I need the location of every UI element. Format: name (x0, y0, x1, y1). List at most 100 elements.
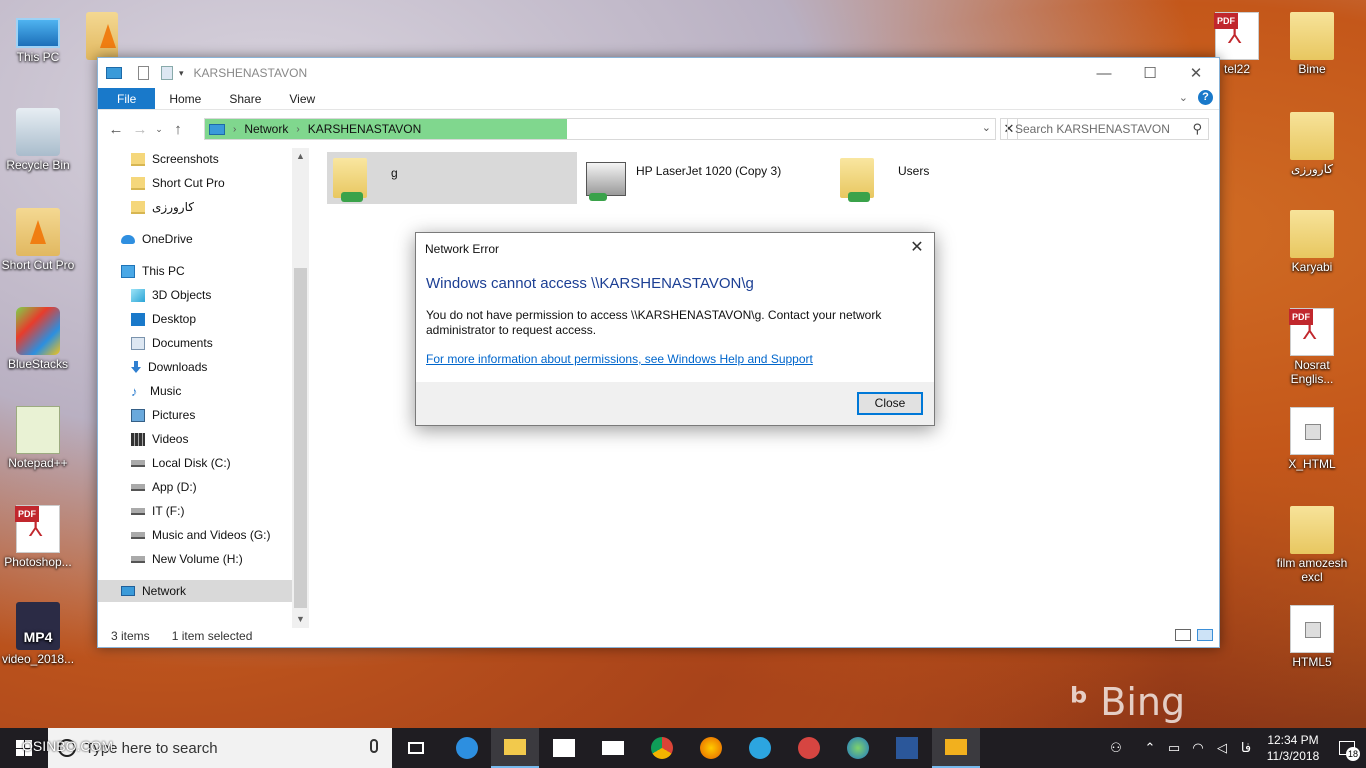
computer-icon[interactable] (106, 67, 122, 79)
clock[interactable]: 12:34 PM 11/3/2018 (1258, 732, 1328, 764)
network-icon (121, 586, 135, 596)
minimize-button[interactable]: — (1081, 58, 1127, 88)
pushbullet-icon[interactable] (785, 728, 833, 768)
scroll-up-icon[interactable]: ▲ (292, 148, 309, 165)
desktop-icon-nosrat[interactable]: Nosrat Englis... (1272, 308, 1352, 386)
tab-view[interactable]: View (275, 88, 329, 109)
chrome-icon[interactable] (638, 728, 686, 768)
status-bar: 3 items 1 item selected (98, 625, 1219, 647)
watermark-text: OSINBO.COM (22, 738, 114, 754)
tab-file[interactable]: File (98, 88, 156, 109)
list-item[interactable]: HP LaserJet 1020 (Copy 3) (580, 152, 830, 204)
sidebar-item-this-pc[interactable]: This PC (121, 260, 316, 282)
maximize-button[interactable]: ☐ (1127, 58, 1173, 88)
recycle-bin-icon (16, 108, 60, 156)
scrollbar-thumb[interactable] (294, 268, 307, 608)
notepad-plus-plus-icon (16, 406, 60, 454)
action-center-icon[interactable]: 18 (1328, 728, 1366, 768)
close-button[interactable]: Close (857, 392, 923, 415)
dialog-title: Network Error (425, 242, 500, 256)
desktop-icon-short-cut-pro[interactable]: Short Cut Pro (0, 208, 78, 272)
shared-folder-icon (333, 158, 367, 202)
tab-home[interactable]: Home (155, 88, 215, 109)
network-app-icon[interactable] (834, 728, 882, 768)
desktop-icon (131, 312, 145, 326)
desktop-icon-film-amozesh[interactable]: film amozesh excl (1272, 506, 1352, 584)
navigation-row: ← → ⌄ ↑ › Network › KARSHENASTAVON ⌄ ✕ S… (98, 110, 1219, 148)
media-player-icon[interactable] (932, 728, 980, 768)
close-icon[interactable]: ✕ (906, 237, 928, 259)
address-dropdown-icon[interactable]: ⌄ (982, 121, 991, 134)
network-error-dialog: Network Error ✕ Windows cannot access \\… (415, 232, 935, 426)
customize-toolbar-icon[interactable]: ▾ (179, 68, 184, 79)
up-arrow-icon[interactable]: ↑ (166, 121, 190, 138)
desktop-icon-bluestacks[interactable]: BlueStacks (0, 307, 78, 371)
volume-icon[interactable]: ◁ (1210, 740, 1234, 756)
show-hidden-icons-icon[interactable]: ⌃ (1138, 740, 1162, 756)
microphone-icon[interactable] (370, 739, 378, 753)
this-pc-icon (16, 18, 60, 48)
word-icon[interactable] (883, 728, 931, 768)
expand-ribbon-icon[interactable]: ⌄ (1179, 91, 1188, 104)
help-icon[interactable]: ? (1198, 90, 1213, 105)
desktop-icon-bime[interactable]: Bime (1272, 12, 1352, 76)
breadcrumb-network[interactable]: Network (244, 122, 288, 136)
desktop-icon-video-mp4[interactable]: MP4 video_2018... (0, 602, 78, 666)
navigation-pane: Screenshots Short Cut Pro کارورزی OneDri… (98, 148, 309, 628)
breadcrumb-chevron-icon[interactable]: › (296, 124, 299, 135)
telegram-icon[interactable] (736, 728, 784, 768)
list-item[interactable]: Users (834, 152, 1084, 204)
disk-icon (131, 459, 145, 467)
taskbar: Type here to search OSINBO.COM ⚇ ⌃ ▭ ◠ ◁… (0, 728, 1366, 768)
help-link[interactable]: For more information about permissions, … (426, 352, 934, 366)
desktop-icon-partial-vlc[interactable] (72, 12, 132, 62)
desktop-icon-x-html[interactable]: X_HTML (1272, 407, 1352, 471)
language-indicator[interactable]: فا (1234, 740, 1258, 756)
edge-icon[interactable] (443, 728, 491, 768)
breadcrumb-current[interactable]: KARSHENASTAVON (308, 122, 422, 136)
desktop-icon-recycle-bin[interactable]: Recycle Bin (0, 108, 78, 172)
search-icon[interactable]: ⚲ (1192, 121, 1202, 137)
breadcrumb-chevron-icon[interactable]: › (233, 124, 236, 135)
desktop-icon-html5[interactable]: HTML5 (1272, 605, 1352, 669)
vlc-shortcut-icon (86, 12, 118, 60)
list-item[interactable]: g (327, 152, 577, 204)
people-icon[interactable]: ⚇ (1104, 740, 1128, 756)
battery-icon[interactable]: ▭ (1162, 740, 1186, 756)
forward-arrow-icon[interactable]: → (128, 121, 152, 138)
navigation-scrollbar[interactable]: ▲ ▼ (292, 148, 309, 628)
disk-icon (131, 507, 145, 515)
mail-icon[interactable] (589, 728, 637, 768)
recent-locations-icon[interactable]: ⌄ (152, 124, 166, 135)
desktop-icon-karvarzi[interactable]: کارورزی (1272, 112, 1352, 176)
file-icon (1290, 407, 1334, 455)
bing-watermark: ᵇ Bing (1070, 680, 1186, 724)
title-bar: ▾ KARSHENASTAVON — ☐ ✕ (98, 58, 1219, 88)
firefox-icon[interactable] (687, 728, 735, 768)
printer-icon (586, 162, 626, 201)
back-arrow-icon[interactable]: ← (104, 121, 128, 138)
ribbon-right-controls: ⌄ ? (1179, 90, 1213, 105)
tab-share[interactable]: Share (215, 88, 275, 109)
sidebar-item-network[interactable]: Network (98, 580, 293, 602)
vlc-shortcut-icon (16, 208, 60, 256)
desktop-icon-photoshop-pdf[interactable]: Photoshop... (0, 505, 78, 569)
task-view-icon[interactable] (392, 728, 440, 768)
folder-icon (1290, 210, 1334, 258)
sidebar-item-onedrive[interactable]: OneDrive (121, 228, 316, 250)
properties-icon[interactable] (138, 66, 149, 80)
address-bar[interactable]: › Network › KARSHENASTAVON ⌄ (204, 118, 996, 140)
quick-access-toolbar: ▾ (98, 66, 184, 80)
desktop-icon-notepad-plus-plus[interactable]: Notepad++ (0, 406, 78, 470)
details-view-icon[interactable] (1175, 629, 1191, 641)
videos-icon (131, 432, 145, 446)
search-input[interactable]: Search KARSHENASTAVON ⚲ (1007, 118, 1209, 140)
desktop-icon-karyabi[interactable]: Karyabi (1272, 210, 1352, 274)
file-explorer-icon[interactable] (491, 728, 539, 768)
new-folder-icon[interactable] (161, 66, 173, 80)
desktop-icon-this-pc[interactable]: This PC (0, 12, 78, 64)
store-icon[interactable] (540, 728, 588, 768)
close-window-button[interactable]: ✕ (1173, 58, 1219, 88)
wifi-icon[interactable]: ◠ (1186, 740, 1210, 756)
large-icons-view-icon[interactable] (1197, 629, 1213, 641)
